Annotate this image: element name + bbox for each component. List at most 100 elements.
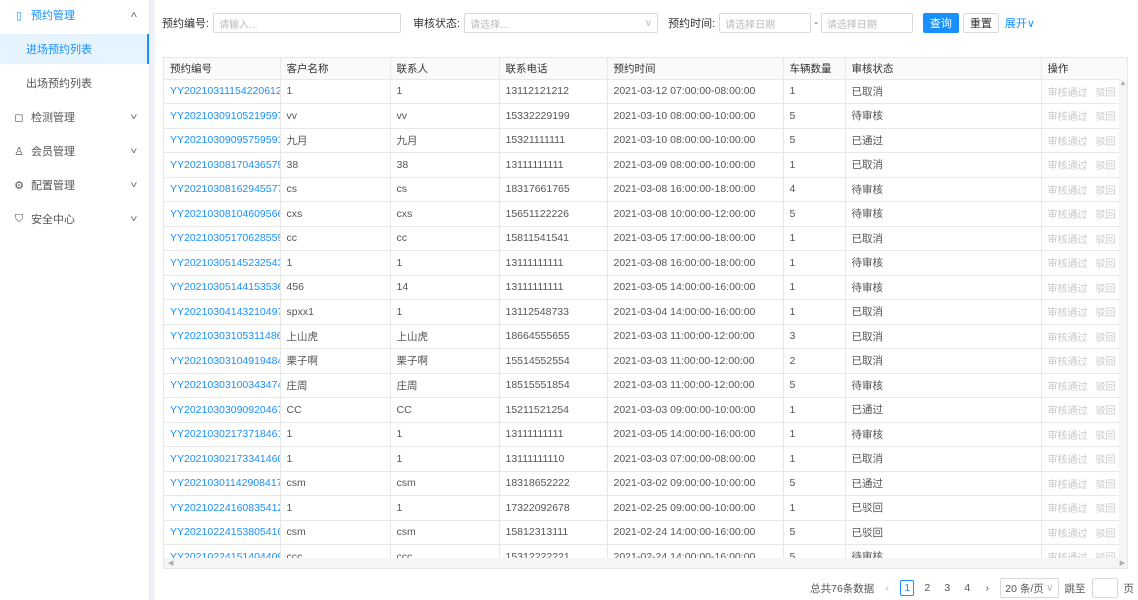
cell-vehicles: 1	[783, 299, 846, 325]
reject-button[interactable]: 驳回	[1096, 112, 1116, 123]
cell-booking-id[interactable]: YY20210303090920467	[164, 397, 281, 423]
cell-time: 2021-03-04 14:00:00-16:00:00	[607, 299, 784, 325]
approve-button[interactable]: 审核通过	[1048, 161, 1088, 172]
col-header-customer[interactable]: 客户名称	[280, 58, 391, 80]
reject-button[interactable]: 驳回	[1096, 210, 1116, 221]
prev-page-icon[interactable]: ‹	[880, 580, 894, 596]
approve-button[interactable]: 审核通过	[1048, 480, 1088, 491]
expand-link[interactable]: 展开∨	[1005, 15, 1035, 31]
approve-button[interactable]: 审核通过	[1048, 284, 1088, 295]
col-header-phone[interactable]: 联系电话	[499, 58, 608, 80]
cell-booking-id[interactable]: YY20210305145232543	[164, 250, 281, 276]
vertical-scrollbar[interactable]: ▲	[1119, 79, 1127, 559]
reject-button[interactable]: 驳回	[1096, 529, 1116, 540]
approve-button[interactable]: 审核通过	[1048, 529, 1088, 540]
col-header-booking-id[interactable]: 预约编号	[164, 58, 281, 80]
reject-button[interactable]: 驳回	[1096, 504, 1116, 515]
cell-contact: cc	[390, 226, 500, 251]
jump-page-input[interactable]	[1091, 578, 1118, 598]
cell-booking-id[interactable]: YY20210302173341460	[164, 446, 281, 472]
reject-button[interactable]: 驳回	[1096, 186, 1116, 197]
cell-customer: 上山虎	[280, 324, 391, 349]
cell-booking-id[interactable]: YY20210308162945577	[164, 177, 281, 202]
cell-booking-id[interactable]: YY20210301142908417	[164, 471, 281, 496]
reject-button[interactable]: 驳回	[1096, 235, 1116, 246]
reject-button[interactable]: 驳回	[1096, 382, 1116, 393]
approve-button[interactable]: 审核通过	[1048, 259, 1088, 270]
col-header-vehicles[interactable]: 车辆数量	[783, 58, 846, 80]
reject-button[interactable]: 驳回	[1096, 406, 1116, 417]
cell-booking-id[interactable]: YY20210311154220612	[164, 79, 281, 104]
sidebar-item-exit-booking-list[interactable]: 出场预约列表	[0, 68, 149, 98]
date-start-input[interactable]: 请选择日期	[719, 13, 812, 33]
col-header-time[interactable]: 预约时间	[607, 58, 784, 80]
cell-phone: 18515551854	[499, 373, 608, 398]
cell-booking-id[interactable]: YY20210305170628559	[164, 226, 281, 251]
cell-booking-id[interactable]: YY20210303100343474	[164, 373, 281, 398]
approve-button[interactable]: 审核通过	[1048, 88, 1088, 99]
cell-booking-id[interactable]: YY20210304143210497	[164, 299, 281, 325]
approve-button[interactable]: 审核通过	[1048, 431, 1088, 442]
cell-booking-id[interactable]: YY20210303105311486	[164, 324, 281, 349]
approve-button[interactable]: 审核通过	[1048, 455, 1088, 466]
cell-booking-id[interactable]: YY20210309105219597	[164, 103, 281, 129]
sidebar-item-entry-booking-list[interactable]: 进场预约列表	[0, 34, 149, 64]
col-header-contact[interactable]: 联系人	[390, 58, 500, 80]
reject-button[interactable]: 驳回	[1096, 308, 1116, 319]
scroll-up-icon[interactable]: ▲	[1119, 79, 1127, 89]
cell-customer: 栗子啊	[280, 348, 391, 374]
cell-booking-id[interactable]: YY20210305144153536	[164, 275, 281, 300]
reject-button[interactable]: 驳回	[1096, 88, 1116, 99]
reject-button[interactable]: 驳回	[1096, 333, 1116, 344]
cell-booking-id[interactable]: YY20210308104609566	[164, 201, 281, 227]
reset-button[interactable]: 重置	[962, 13, 999, 33]
page-size-select[interactable]: 20 条/页 ∨	[1000, 578, 1059, 598]
approve-button[interactable]: 审核通过	[1048, 333, 1088, 344]
next-page-icon[interactable]: ›	[980, 580, 994, 596]
page-3[interactable]: 3	[940, 580, 954, 596]
page-4[interactable]: 4	[960, 580, 974, 596]
reject-button[interactable]: 驳回	[1096, 137, 1116, 148]
reject-button[interactable]: 驳回	[1096, 357, 1116, 368]
cell-booking-id[interactable]: YY20210303104919484	[164, 348, 281, 374]
reject-button[interactable]: 驳回	[1096, 284, 1116, 295]
page-1[interactable]: 1	[900, 580, 915, 596]
reject-button[interactable]: 驳回	[1096, 259, 1116, 270]
menu-group-member[interactable]: ♙ 会员管理 ˅	[0, 136, 149, 166]
approve-button[interactable]: 审核通过	[1048, 235, 1088, 246]
reject-button[interactable]: 驳回	[1096, 161, 1116, 172]
cell-booking-id[interactable]: YY20210309095759591	[164, 128, 281, 153]
query-button[interactable]: 查询	[922, 13, 959, 33]
approve-button[interactable]: 审核通过	[1048, 406, 1088, 417]
cell-time: 2021-03-08 10:00:00-12:00:00	[607, 201, 784, 227]
scroll-left-icon[interactable]: ◀	[168, 559, 173, 567]
scroll-right-icon[interactable]: ▶	[1120, 559, 1125, 567]
date-end-input[interactable]: 请选择日期	[820, 13, 913, 33]
approve-button[interactable]: 审核通过	[1048, 504, 1088, 515]
approve-button[interactable]: 审核通过	[1048, 382, 1088, 393]
approve-button[interactable]: 审核通过	[1048, 112, 1088, 123]
cell-booking-id[interactable]: YY20210224153805410	[164, 520, 281, 545]
horizontal-scrollbar[interactable]: ◀ ▶	[164, 558, 1127, 568]
booking-id-input[interactable]: 请输入...	[213, 13, 402, 33]
approve-button[interactable]: 审核通过	[1048, 186, 1088, 197]
menu-group-security[interactable]: ⛉ 安全中心 ˅	[0, 204, 149, 234]
menu-group-config[interactable]: ⚙ 配置管理 ˅	[0, 170, 149, 200]
cell-phone: 15332229199	[499, 103, 608, 129]
menu-group-label: 配置管理	[31, 180, 75, 192]
menu-group-booking[interactable]: ▯ 预约管理 ˄	[0, 0, 149, 30]
approve-button[interactable]: 审核通过	[1048, 210, 1088, 221]
approve-button[interactable]: 审核通过	[1048, 357, 1088, 368]
col-header-status[interactable]: 审核状态	[845, 58, 1042, 80]
reject-button[interactable]: 驳回	[1096, 455, 1116, 466]
reject-button[interactable]: 驳回	[1096, 431, 1116, 442]
cell-booking-id[interactable]: YY20210308170436579	[164, 152, 281, 178]
status-select[interactable]: 请选择... ∨	[464, 13, 659, 33]
menu-group-inspection[interactable]: ◻ 检测管理 ˅	[0, 102, 149, 132]
approve-button[interactable]: 审核通过	[1048, 137, 1088, 148]
cell-booking-id[interactable]: YY20210224160835412	[164, 495, 281, 521]
page-2[interactable]: 2	[920, 580, 934, 596]
cell-booking-id[interactable]: YY20210302173718461	[164, 422, 281, 447]
reject-button[interactable]: 驳回	[1096, 480, 1116, 491]
approve-button[interactable]: 审核通过	[1048, 308, 1088, 319]
